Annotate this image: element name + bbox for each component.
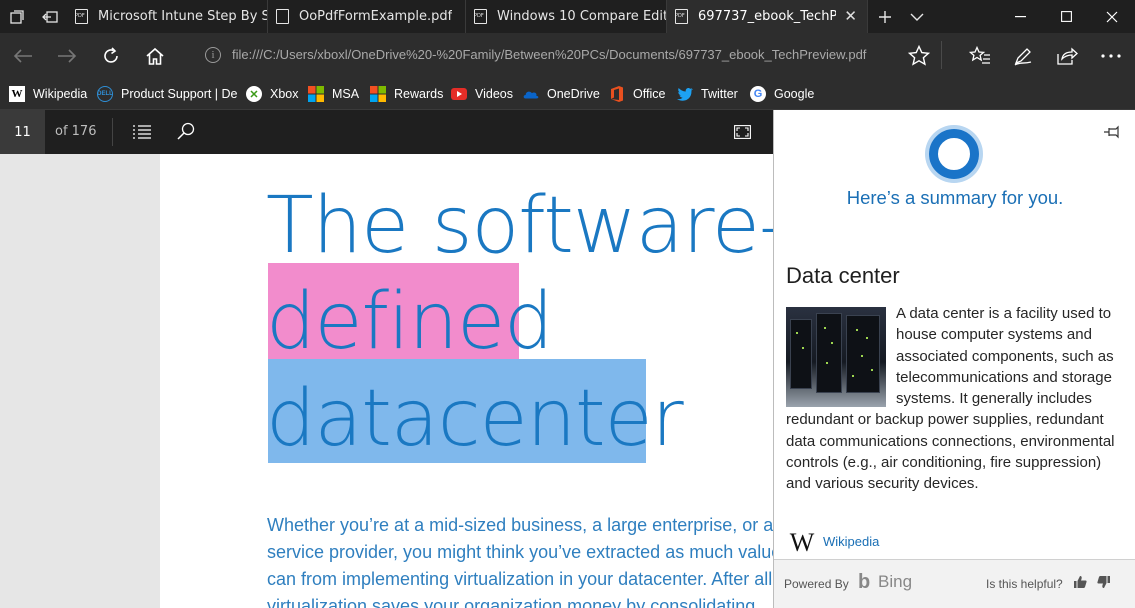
pdf-file-icon — [75, 9, 88, 24]
favorite-product-support[interactable]: DELL Product Support | De — [97, 85, 238, 103]
fullscreen-icon[interactable] — [734, 124, 751, 143]
entity-title: Data center — [786, 263, 900, 288]
favorites-hub-icon[interactable] — [958, 33, 1002, 78]
close-window-button[interactable] — [1089, 0, 1135, 33]
star-favorite-icon[interactable] — [897, 33, 941, 78]
forward-button[interactable] — [45, 33, 89, 78]
close-tab-icon[interactable]: ✕ — [844, 7, 857, 25]
twitter-icon — [677, 86, 693, 102]
tab-label: 697737_ebook_TechPreview.pdf — [698, 9, 836, 24]
info-icon[interactable]: i — [205, 47, 221, 63]
bing-logo-icon: b — [858, 571, 871, 593]
pin-icon[interactable] — [1103, 124, 1121, 139]
document-body-line: Whether you’re at a mid-sized business, … — [267, 515, 773, 535]
microsoft-icon — [370, 86, 386, 102]
pdf-page: The software- defined datacenter Whether… — [160, 154, 773, 608]
minimize-button[interactable] — [997, 0, 1043, 33]
favorite-label: OneDrive — [547, 87, 600, 101]
pdf-file-icon — [474, 9, 487, 24]
favorite-office[interactable]: Office — [609, 85, 665, 103]
data-center-image[interactable] — [786, 307, 886, 407]
search-icon[interactable] — [177, 122, 195, 144]
favorite-label: Office — [633, 87, 666, 101]
back-button[interactable] — [1, 33, 45, 78]
favorite-label: Xbox — [270, 87, 299, 101]
document-title-line: defined — [266, 277, 554, 367]
favorite-videos[interactable]: Videos — [451, 85, 513, 103]
document-title-line: The software- — [266, 181, 773, 271]
maximize-button[interactable] — [1043, 0, 1089, 33]
favorite-msa[interactable]: MSA — [308, 85, 359, 103]
office-icon — [609, 86, 625, 102]
tab-intune[interactable]: Microsoft Intune Step By Step — [67, 0, 268, 33]
youtube-icon — [451, 86, 467, 102]
bing-label: Bing — [878, 572, 913, 591]
document-body-line: service provider, you might think you’ve… — [267, 542, 773, 562]
helpful-question: Is this helpful? — [986, 577, 1063, 591]
tab-windows10-compare[interactable]: Windows 10 Compare Editions — [466, 0, 667, 33]
tab-label: Windows 10 Compare Editions — [497, 9, 666, 24]
cortana-footer: Powered By b Bing Is this helpful? — [774, 559, 1135, 608]
favorite-label: Videos — [475, 87, 513, 101]
favorite-onedrive[interactable]: OneDrive — [523, 85, 600, 103]
cortana-logo-icon — [929, 129, 979, 179]
thumbs-up-icon[interactable] — [1071, 573, 1089, 591]
favorite-label: Product Support | De — [121, 87, 238, 101]
cortana-greeting: Here’s a summary for you. — [846, 187, 1064, 208]
address-url[interactable]: file:///C:/Users/xboxl/OneDrive%20-%20Fa… — [232, 47, 866, 62]
wikipedia-icon: W — [9, 86, 25, 102]
tab-strip: Microsoft Intune Step By Step OoPdfFormE… — [0, 0, 1135, 33]
onedrive-icon — [523, 86, 539, 102]
favorite-label: Wikipedia — [33, 87, 88, 101]
xbox-icon: ✕ — [246, 86, 262, 102]
home-button[interactable] — [133, 33, 177, 78]
favorite-xbox[interactable]: ✕ Xbox — [246, 85, 299, 103]
microsoft-icon — [308, 86, 324, 102]
thumbs-down-icon[interactable] — [1095, 573, 1113, 591]
favorite-label: Twitter — [701, 87, 738, 101]
pdf-toolbar: 11 of 176 — [0, 110, 773, 154]
set-tabs-aside-icon[interactable] — [33, 0, 66, 33]
table-of-contents-icon[interactable] — [133, 124, 151, 143]
favorite-label: Rewards — [394, 87, 444, 101]
page-icon — [276, 9, 289, 24]
favorite-twitter[interactable]: Twitter — [677, 85, 738, 103]
tab-label: Microsoft Intune Step By Step — [98, 9, 267, 24]
pen-notes-icon[interactable] — [1001, 33, 1045, 78]
favorites-bar: W Wikipedia DELL Product Support | De ✕ … — [0, 78, 1135, 110]
favorite-label: Google — [774, 87, 815, 101]
pdf-file-icon — [675, 9, 688, 24]
tab-preview-icon[interactable] — [0, 0, 33, 33]
pdf-viewer[interactable]: The software- defined datacenter Whether… — [0, 154, 773, 608]
chevron-down-icon[interactable] — [900, 0, 933, 33]
favorite-rewards[interactable]: Rewards — [370, 85, 443, 103]
document-title-line: datacenter — [266, 374, 684, 464]
source-link-wikipedia[interactable]: Wikipedia — [823, 534, 879, 549]
refresh-button[interactable] — [89, 33, 133, 78]
tab-ebook-techpreview[interactable]: 697737_ebook_TechPreview.pdf ✕ — [667, 0, 868, 33]
share-icon[interactable] — [1045, 33, 1089, 78]
favorite-label: MSA — [332, 87, 360, 101]
powered-by-label: Powered By — [784, 577, 849, 591]
document-body-line: virtualization saves your organization m… — [267, 596, 756, 608]
page-total: of 176 — [55, 124, 97, 139]
cortana-panel: Here’s a summary for you. Data center A … — [773, 110, 1135, 608]
document-body-line: can from implementing virtualization in … — [267, 569, 773, 589]
wikipedia-logo: W — [789, 528, 815, 557]
tab-label: OoPdfFormExample.pdf — [299, 9, 453, 24]
more-options-icon[interactable] — [1089, 33, 1133, 78]
dell-icon: DELL — [97, 86, 113, 102]
favorite-wikipedia[interactable]: W Wikipedia — [9, 85, 87, 103]
navigation-bar: i file:///C:/Users/xboxl/OneDrive%20-%20… — [0, 33, 1135, 78]
tab-oopdfform[interactable]: OoPdfFormExample.pdf — [268, 0, 466, 33]
page-number-input[interactable]: 11 — [0, 110, 45, 154]
favorite-google[interactable]: G Google — [750, 85, 814, 103]
google-icon: G — [750, 86, 766, 102]
new-tab-button[interactable] — [868, 0, 901, 33]
